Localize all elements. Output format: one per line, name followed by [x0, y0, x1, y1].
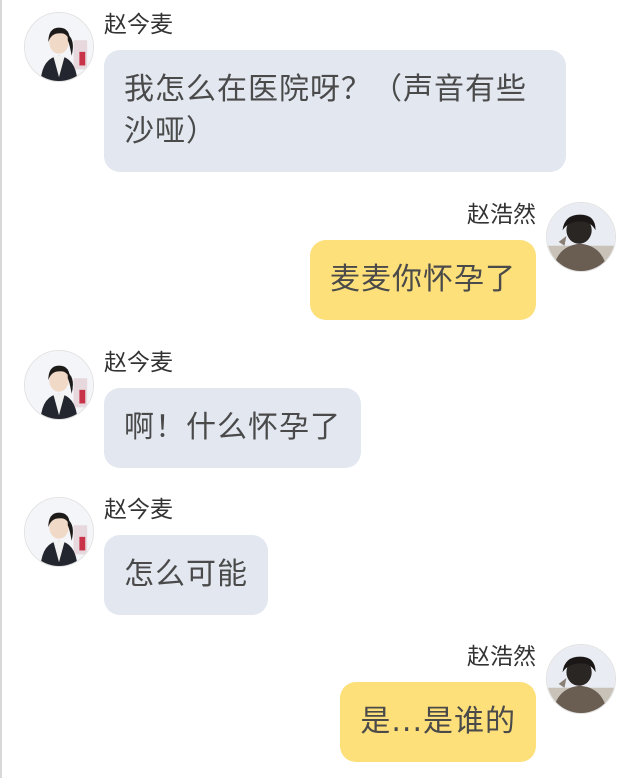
sender-name: 赵今麦 — [104, 12, 173, 38]
sender-name: 赵浩然 — [467, 202, 536, 228]
girl-avatar-icon[interactable] — [24, 497, 94, 567]
message-bubble[interactable]: 麦麦你怀孕了 — [310, 240, 536, 320]
message-bubble[interactable]: 我怎么在医院呀？（声音有些沙哑） — [104, 50, 566, 172]
message-bubble[interactable]: 啊！什么怀孕了 — [104, 388, 361, 468]
girl-avatar-icon[interactable] — [24, 350, 94, 420]
boy-avatar-icon[interactable] — [546, 202, 616, 272]
boy-avatar-icon[interactable] — [546, 644, 616, 714]
message-bubble[interactable]: 是...是谁的 — [340, 682, 536, 762]
girl-avatar-icon[interactable] — [24, 12, 94, 82]
sender-name: 赵浩然 — [467, 644, 536, 670]
sender-name: 赵今麦 — [104, 350, 173, 376]
message-bubble[interactable]: 怎么可能 — [104, 535, 268, 615]
screen-edge-divider — [0, 0, 2, 778]
sender-name: 赵今麦 — [104, 497, 173, 523]
